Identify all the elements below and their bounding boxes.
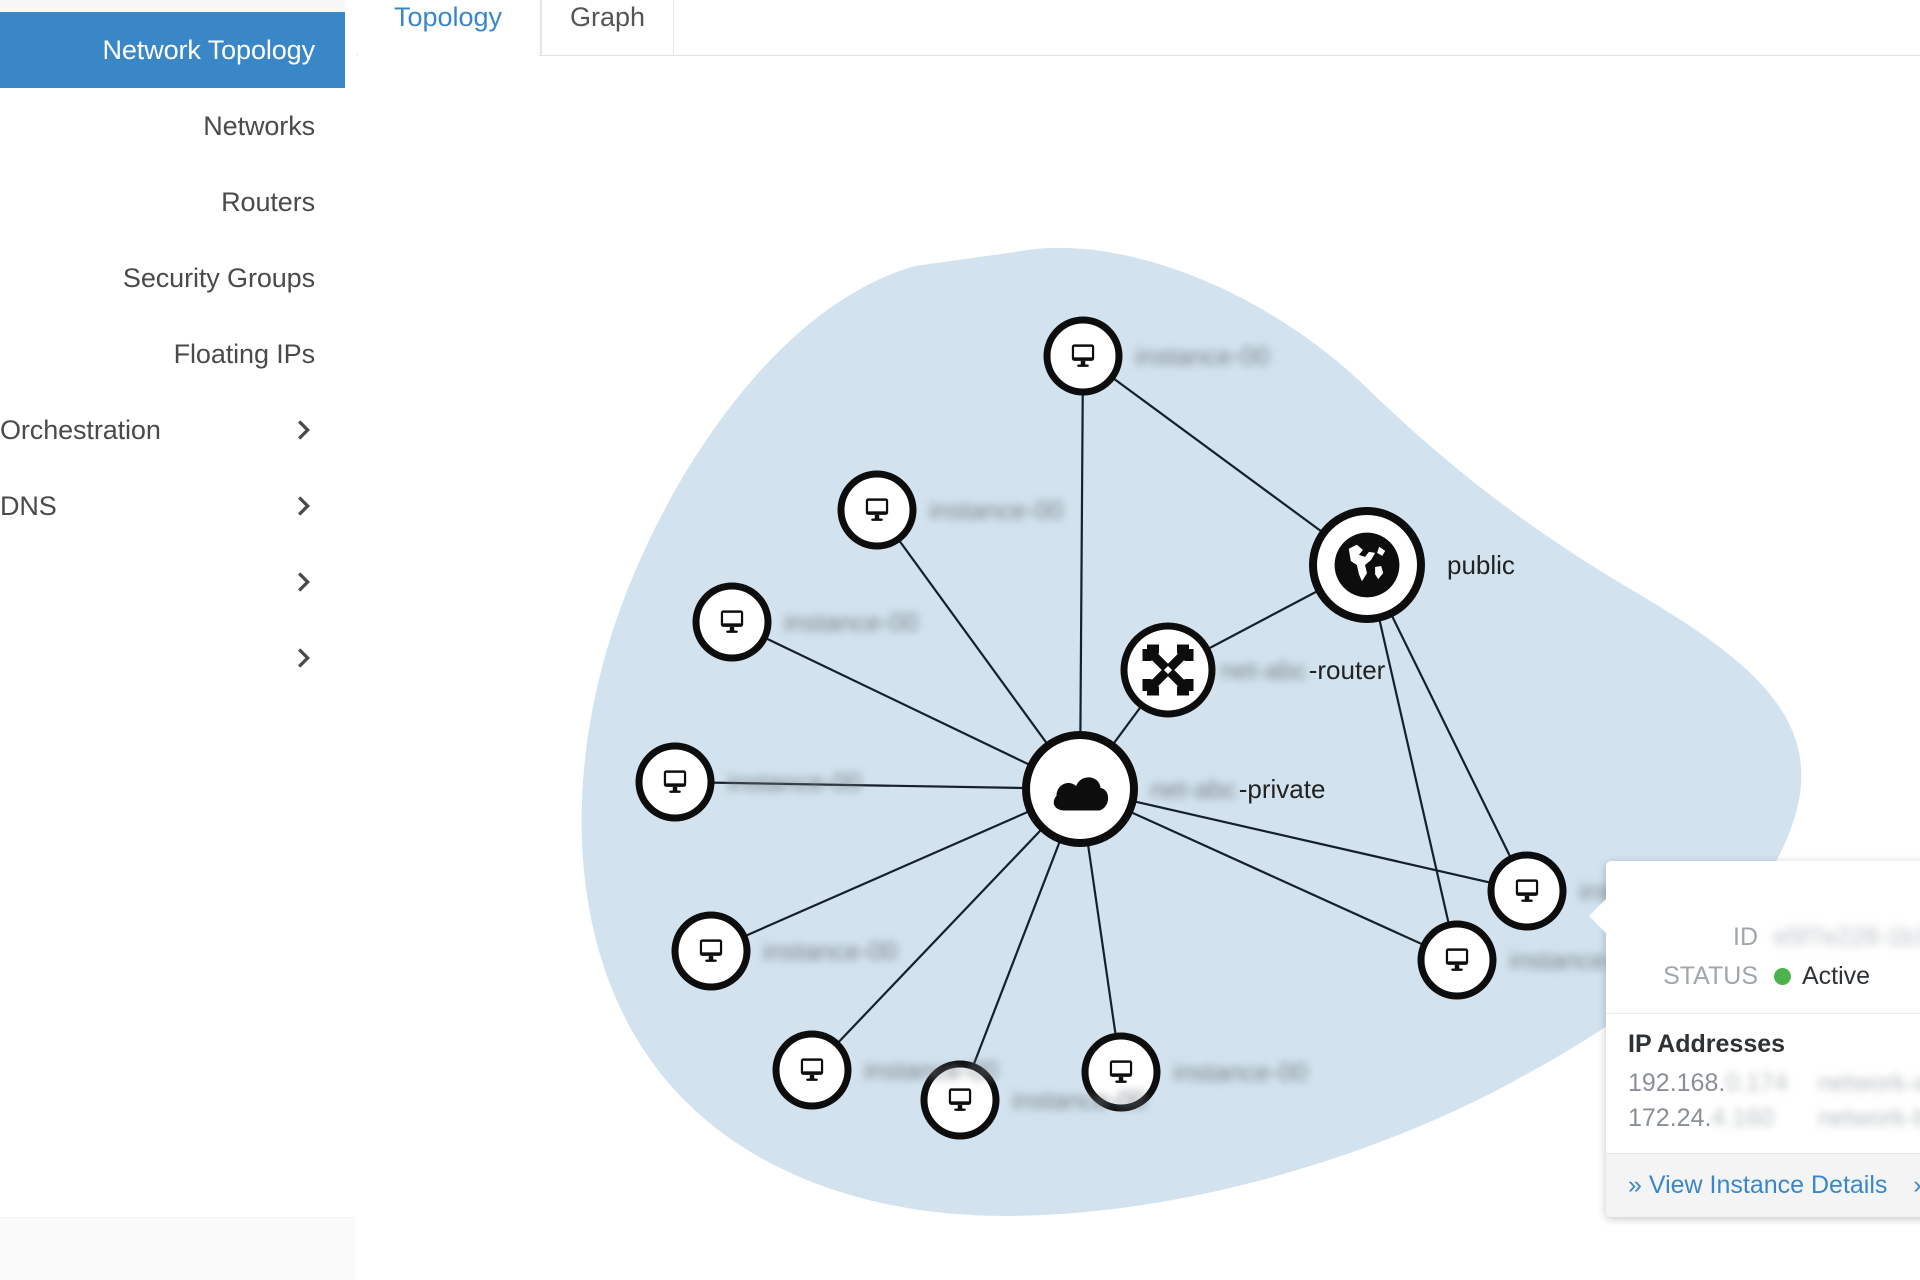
- sidebar-item-label: Floating IPs: [173, 338, 315, 369]
- chevron-right-icon: [297, 648, 311, 668]
- status-badge: Active: [1802, 961, 1871, 990]
- view-instance-details-link[interactable]: » View Instance Details: [1628, 1171, 1887, 1200]
- ip-address-prefix: 192.168.: [1628, 1069, 1726, 1097]
- tooltip-footer: » View Instance Details »: [1606, 1153, 1920, 1217]
- chevron-right-icon: [297, 572, 311, 592]
- sidebar-item-network-topology[interactable]: Network Topology: [0, 12, 345, 88]
- topology-node-label: instance-00: [1173, 1057, 1307, 1087]
- ip-address-suffix: 0.174: [1725, 1069, 1788, 1097]
- topology-node-instance[interactable]: [772, 1030, 852, 1110]
- topology-node-label: net-abc-router: [1220, 655, 1386, 685]
- tooltip-ip-row: 172.24. 4.160 network-b: [1628, 1104, 1920, 1139]
- tooltip-row-key: ID: [1733, 922, 1758, 951]
- sidebar-top-strip: [0, 0, 345, 12]
- tooltip-row-value: Active: [1774, 962, 1870, 991]
- sidebar-menu: Network Topology Networks Routers Security …: [0, 12, 345, 696]
- ip-address: 192.168. 0.174: [1628, 1069, 1818, 1098]
- chevron-right-icon: [297, 496, 311, 516]
- topology-node-label: instance-00: [784, 607, 918, 637]
- tab-bar: Topology Graph: [355, 0, 1920, 57]
- topology-node-label: instance-00: [1135, 341, 1269, 371]
- topology-node-instance[interactable]: [837, 470, 917, 550]
- network-topology-page: Network Topology Networks Routers Security …: [0, 0, 1920, 1280]
- sidebar-item-networks[interactable]: Networks: [0, 88, 345, 164]
- topology-node-instance[interactable]: [692, 582, 772, 662]
- tooltip-row-status: STATUS Active: [1628, 958, 1920, 994]
- sidebar-item-label: Networks: [203, 110, 315, 141]
- ip-address-prefix: 172.24.: [1628, 1104, 1712, 1132]
- ip-address: 172.24. 4.160: [1628, 1104, 1818, 1133]
- chevron-right-icon: [297, 420, 311, 440]
- sidebar-item-orchestration[interactable]: Orchestration: [0, 392, 345, 468]
- sidebar-item-label: Network Topology: [102, 34, 315, 65]
- sidebar-bottom-panel: [0, 1217, 355, 1280]
- topology-node-router[interactable]: [1120, 622, 1216, 718]
- tooltip-row-key: STATUS: [1663, 961, 1758, 990]
- topology-node-globe[interactable]: [1309, 507, 1425, 623]
- sidebar-item-dns[interactable]: DNS: [0, 468, 345, 544]
- tooltip-ip-row: 192.168. 0.174 network-a: [1628, 1069, 1920, 1104]
- tab-graph[interactable]: Graph: [541, 0, 674, 56]
- tooltip-meta-rows: ID e5f7e228-1b1a-44 STATUS Active: [1606, 913, 1920, 1011]
- sidebar-item-security-groups[interactable]: Security Groups: [0, 240, 345, 316]
- tab-topology-label: Topology: [393, 2, 503, 32]
- topology-node-label: instance-00: [763, 936, 897, 966]
- tooltip-title: [1606, 861, 1920, 913]
- sidebar-item-routers[interactable]: Routers: [0, 164, 345, 240]
- sidebar-item-unlabeled-7[interactable]: [0, 544, 345, 620]
- tab-graph-label: Graph: [569, 2, 646, 32]
- topology-node-instance[interactable]: [671, 911, 751, 991]
- tooltip-row-id: ID e5f7e228-1b1a-44: [1628, 919, 1920, 955]
- topology-node-label: instance-00: [929, 495, 1063, 525]
- topology-node-instance[interactable]: [635, 742, 715, 822]
- status-dot-icon: [1774, 967, 1791, 985]
- more-link[interactable]: »: [1913, 1171, 1920, 1200]
- sidebar-item-label: Routers: [221, 186, 315, 217]
- topology-node-instance[interactable]: [1043, 316, 1123, 396]
- topology-node-label: public: [1447, 550, 1515, 580]
- tab-bar-filler: [674, 0, 1920, 57]
- topology-node-label: instance-00: [1012, 1085, 1146, 1115]
- tooltip-ip-section-title: IP Addresses: [1628, 1030, 1786, 1058]
- tooltip-row-value: e5f7e228-1b1a-44: [1774, 922, 1920, 951]
- ip-network-name: network-b: [1818, 1104, 1920, 1132]
- topology-node-instance[interactable]: [1487, 851, 1567, 931]
- topology-node-label: instance-00: [864, 1055, 998, 1085]
- sidebar-item-label: Security Groups: [122, 262, 315, 293]
- sidebar-item-unlabeled-8[interactable]: [0, 620, 345, 696]
- sidebar: Network Topology Networks Routers Security …: [0, 0, 356, 1280]
- ip-address-suffix: 4.160: [1711, 1104, 1774, 1132]
- instance-tooltip[interactable]: ID e5f7e228-1b1a-44 STATUS Active IP Addres…: [1589, 861, 1920, 1217]
- sidebar-item-label: DNS: [0, 490, 57, 521]
- ip-network-name: network-a: [1818, 1069, 1920, 1097]
- topology-node-label: instance-00: [727, 767, 861, 797]
- sidebar-item-floating-ips[interactable]: Floating IPs: [0, 316, 345, 392]
- tooltip-ip-list: 192.168. 0.174 network-a 172.24. 4.160 networ…: [1606, 1069, 1920, 1153]
- topology-node-instance[interactable]: [1417, 920, 1497, 1000]
- topology-node-cloud[interactable]: [1022, 731, 1138, 847]
- tab-topology[interactable]: Topology: [355, 0, 541, 56]
- sidebar-item-label: Orchestration: [0, 414, 161, 445]
